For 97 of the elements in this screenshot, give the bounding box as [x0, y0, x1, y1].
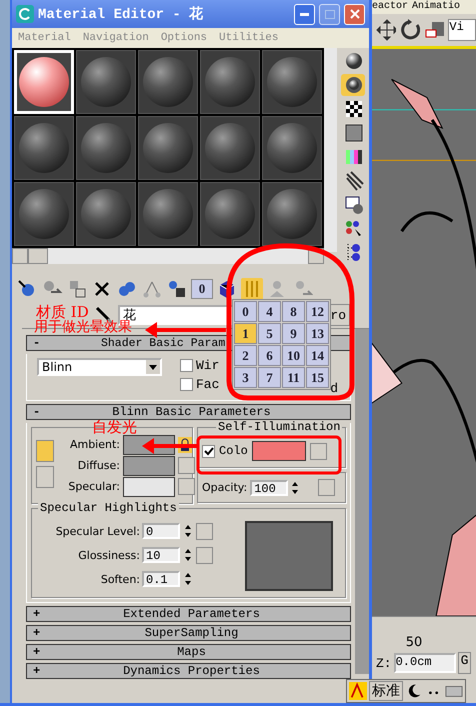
spinner-field[interactable]: 10	[142, 547, 180, 563]
sample-slot[interactable]	[262, 50, 322, 114]
material-id-button[interactable]: 0	[191, 279, 213, 299]
rollout-header[interactable]: + Dynamics Properties	[26, 663, 351, 679]
annotation-text: 自发光	[92, 418, 137, 437]
lock-toggle[interactable]	[36, 440, 54, 462]
caret-icon[interactable]	[146, 360, 160, 374]
checkbox-label: Colo	[219, 444, 248, 458]
sample-slot[interactable]	[138, 182, 198, 246]
material-id-option[interactable]: 8	[282, 301, 305, 322]
maximize-icon	[324, 10, 334, 18]
app-logo-icon	[16, 5, 34, 23]
window-title: Material Editor - 花	[38, 5, 204, 23]
vertical-scrollbar[interactable]	[324, 48, 337, 252]
minimize-button[interactable]	[294, 4, 315, 24]
sample-slot[interactable]	[138, 50, 198, 114]
horizontal-scrollbar[interactable]	[12, 248, 324, 264]
menu-item[interactable]: Animatio	[412, 0, 460, 14]
opacity-field[interactable]: 100	[250, 480, 288, 496]
map-button[interactable]	[178, 457, 195, 474]
spinner-field[interactable]: 0	[142, 523, 180, 539]
color-label: Ambient:	[68, 438, 120, 451]
sample-slot[interactable]	[200, 182, 260, 246]
material-id-option[interactable]: 13	[306, 323, 329, 344]
map-button[interactable]	[318, 479, 336, 496]
material-id-option[interactable]: 12	[306, 301, 329, 322]
material-id-option[interactable]: 11	[282, 367, 305, 388]
spinner-icon[interactable]	[184, 571, 192, 587]
color-swatch[interactable]	[123, 456, 175, 476]
sample-slot[interactable]	[138, 116, 198, 180]
color-label: Diffuse:	[76, 459, 120, 472]
checkbox-label: d	[330, 381, 338, 396]
viewport-field[interactable]: Vi	[448, 19, 476, 41]
field-label: Soften:	[100, 572, 140, 586]
color-swatch[interactable]	[252, 441, 306, 461]
rollout-header[interactable]: + SuperSampling	[26, 625, 351, 641]
coordinate-label: Z:	[376, 656, 392, 670]
opacity-label: Opacity:	[202, 481, 248, 494]
sample-slot[interactable]	[76, 50, 136, 114]
minimize-icon	[300, 12, 309, 16]
checkbox-label: Wir	[196, 358, 220, 373]
material-id-option[interactable]: 15	[306, 367, 329, 388]
library-button[interactable]	[166, 278, 188, 300]
map-button[interactable]	[178, 478, 195, 495]
material-id-option[interactable]: 10	[282, 345, 305, 366]
coordinate-field[interactable]: 0.0cm	[394, 653, 456, 673]
material-id-option[interactable]: 0	[234, 301, 257, 322]
spinner-icon[interactable]	[291, 480, 300, 496]
ime-mode-button[interactable]: 标准	[369, 681, 403, 701]
sample-slot[interactable]	[76, 182, 136, 246]
shader-dropdown[interactable]: Blinn	[37, 358, 162, 376]
material-id-option[interactable]: 14	[306, 345, 329, 366]
sample-slot[interactable]	[200, 116, 260, 180]
group-title: Specular Highlights	[38, 501, 179, 515]
sample-slot[interactable]	[14, 116, 74, 180]
move-icon[interactable]	[376, 19, 396, 41]
spinner-field[interactable]: 0.1	[142, 571, 180, 587]
close-icon	[350, 9, 360, 19]
material-id-option[interactable]: 9	[282, 323, 305, 344]
material-id-option[interactable]: 1	[234, 323, 257, 344]
backlight-icon[interactable]	[341, 74, 365, 96]
checkbox[interactable]	[180, 359, 193, 372]
menu-item[interactable]: eactor	[372, 0, 408, 14]
field-label: Specular Level:	[54, 524, 140, 538]
sample-slot[interactable]	[14, 182, 74, 246]
material-id-option[interactable]: 2	[234, 345, 257, 366]
rollout-header[interactable]: + Extended Parameters	[26, 606, 351, 622]
sample-slot[interactable]	[76, 116, 136, 180]
checkbox[interactable]	[202, 444, 215, 458]
grid-button[interactable]: G	[458, 652, 472, 674]
ime-logo-icon[interactable]	[349, 682, 367, 700]
panel-scrollbar[interactable]	[355, 329, 369, 674]
material-id-option[interactable]: 7	[258, 367, 281, 388]
checkbox-label: Fac	[196, 377, 220, 392]
sample-slot[interactable]	[262, 182, 322, 246]
field-label: Glossiness:	[77, 548, 140, 562]
rollout-header[interactable]: - Blinn Basic Parameters	[26, 404, 351, 420]
checkbox[interactable]	[180, 378, 193, 391]
lock-toggle[interactable]	[36, 466, 54, 488]
color-swatch[interactable]	[123, 476, 175, 496]
frame-number: 50	[404, 635, 424, 650]
spinner-icon[interactable]	[184, 547, 192, 563]
annotation-arrow	[142, 438, 198, 454]
material-id-option[interactable]: 4	[258, 301, 281, 322]
sample-slot[interactable]	[200, 50, 260, 114]
annotation-text: 材质 ID	[36, 303, 89, 321]
spinner-icon[interactable]	[184, 523, 192, 539]
rotate-icon[interactable]	[400, 19, 420, 41]
sample-slot[interactable]	[262, 116, 322, 180]
material-id-option[interactable]: 5	[258, 323, 281, 344]
rollout-header[interactable]: + Maps	[26, 644, 351, 660]
material-id-option[interactable]: 3	[234, 367, 257, 388]
map-button[interactable]	[310, 442, 327, 460]
color-label: Specular:	[67, 480, 120, 493]
close-button[interactable]	[344, 4, 365, 24]
material-id-option[interactable]: 6	[258, 345, 281, 366]
maximize-button[interactable]	[319, 4, 340, 24]
